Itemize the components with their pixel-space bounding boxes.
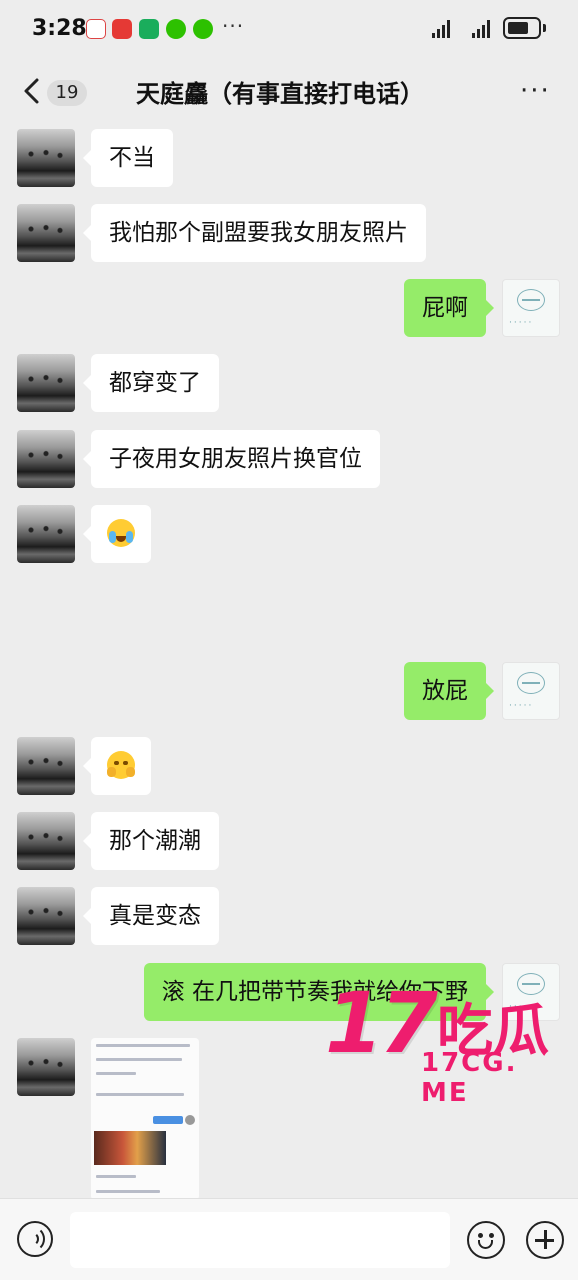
received-message[interactable]: 我怕那个副盟要我女朋友照片	[83, 204, 426, 262]
chat-header: 19 天庭麤（有事直接打电话） ···	[0, 58, 578, 124]
sent-message[interactable]: 滚 在几把带节奏我就给你下野	[143, 963, 495, 1021]
more-options-icon[interactable]: ···	[520, 76, 551, 106]
contact-avatar[interactable]	[17, 887, 75, 945]
received-message[interactable]: 那个潮潮	[83, 812, 219, 870]
shy-face-emoji	[107, 750, 135, 779]
unread-count-badge[interactable]: 19	[47, 80, 87, 106]
more-functions-button[interactable]	[526, 1221, 564, 1259]
received-message[interactable]: 都穿变了	[83, 354, 219, 412]
sent-message[interactable]: 放屁	[404, 662, 494, 720]
battery-icon	[503, 17, 541, 39]
contact-avatar[interactable]	[17, 1038, 75, 1096]
notification-app-icon	[139, 19, 159, 39]
more-notifications-icon: ···	[222, 14, 245, 38]
contact-avatar[interactable]	[17, 354, 75, 412]
contact-avatar[interactable]	[17, 129, 75, 187]
contact-avatar[interactable]	[17, 812, 75, 870]
received-message[interactable]: 不当	[83, 129, 173, 187]
input-bar	[0, 1198, 578, 1280]
my-avatar[interactable]: ·····	[502, 279, 560, 337]
my-avatar[interactable]: ·····	[502, 963, 560, 1021]
back-arrow-icon[interactable]	[20, 76, 44, 106]
my-avatar[interactable]: ·····	[502, 662, 560, 720]
sent-message[interactable]: 屁啊	[404, 279, 494, 337]
wechat-notification-icon	[193, 19, 213, 39]
status-bar: 3:28 ···	[0, 0, 578, 58]
contact-avatar[interactable]	[17, 737, 75, 795]
battery-cap	[543, 24, 546, 32]
contact-avatar[interactable]	[17, 505, 75, 563]
contact-avatar[interactable]	[17, 430, 75, 488]
chat-title: 天庭麤（有事直接打电话）	[136, 80, 424, 108]
contact-avatar[interactable]	[17, 204, 75, 262]
notification-app-icon	[112, 19, 132, 39]
signal-icon	[432, 20, 454, 38]
notification-app-icon	[86, 19, 106, 39]
voice-input-button[interactable]	[17, 1221, 53, 1257]
emoji-button[interactable]	[467, 1221, 505, 1259]
received-emoji-message[interactable]	[83, 737, 151, 795]
watermark-domain: 17CG. ME	[421, 1048, 518, 1108]
image-message-thumbnail[interactable]	[91, 1038, 199, 1200]
received-message[interactable]: 子夜用女朋友照片换官位	[83, 430, 380, 488]
signal-icon	[472, 20, 494, 38]
received-emoji-message[interactable]	[83, 505, 151, 563]
status-time: 3:28	[32, 16, 87, 41]
received-message[interactable]: 真是变态	[83, 887, 219, 945]
message-input[interactable]	[70, 1212, 450, 1268]
crying-face-emoji	[107, 518, 135, 547]
wechat-notification-icon	[166, 19, 186, 39]
